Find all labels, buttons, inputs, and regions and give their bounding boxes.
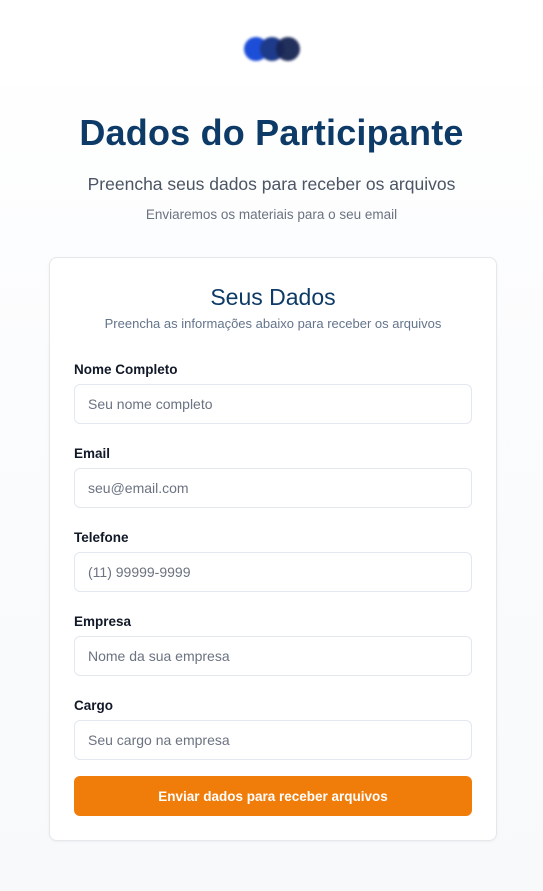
logo-icon <box>244 37 302 61</box>
company-input[interactable] <box>74 636 472 676</box>
submit-button[interactable]: Enviar dados para receber arquivos <box>74 776 472 816</box>
participant-form-card: Seus Dados Preencha as informações abaix… <box>49 257 497 841</box>
email-field-label: Email <box>74 446 111 461</box>
form-title: Seus Dados <box>210 284 336 310</box>
email-input[interactable] <box>74 468 472 508</box>
logo-dot <box>276 37 300 61</box>
phone-input[interactable] <box>74 552 472 592</box>
name-field-label: Nome Completo <box>74 362 178 377</box>
page-subtitle: Preencha seus dados para receber os arqu… <box>87 174 456 194</box>
job-title-input[interactable] <box>74 720 472 760</box>
page-note: Enviaremos os materiais para o seu email <box>145 207 398 222</box>
header-bar <box>0 0 543 86</box>
phone-field-label: Telefone <box>74 530 129 545</box>
page-title: Dados do Participante <box>79 112 464 153</box>
form-subtitle: Preencha as informações abaixo para rece… <box>104 316 442 331</box>
job-title-field-label: Cargo <box>74 698 114 713</box>
company-field-label: Empresa <box>74 614 132 629</box>
name-input[interactable] <box>74 384 472 424</box>
